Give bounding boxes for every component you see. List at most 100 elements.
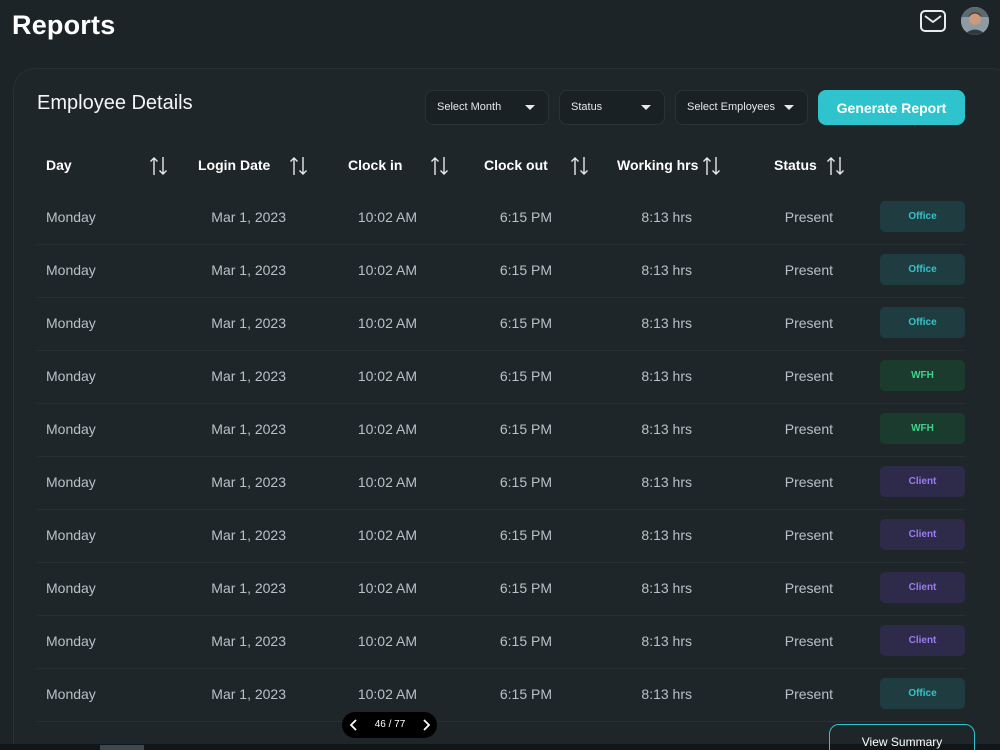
cell-working-hrs: 8:13 hrs <box>641 474 692 490</box>
location-badge[interactable]: Office <box>880 201 965 232</box>
cell-day: Monday <box>46 474 96 490</box>
location-badge[interactable]: Client <box>880 466 965 497</box>
cell-day: Monday <box>46 686 96 702</box>
cell-working-hrs: 8:13 hrs <box>641 368 692 384</box>
cell-login-date: Mar 1, 2023 <box>211 686 286 702</box>
table-row[interactable]: Monday Mar 1, 2023 10:02 AM 6:15 PM 8:13… <box>37 510 965 563</box>
column-header-working-hrs: Working hrs <box>617 157 699 173</box>
mail-icon[interactable] <box>920 10 946 32</box>
cell-clock-in: 10:02 AM <box>357 421 417 437</box>
cell-status: Present <box>784 474 833 490</box>
cell-status: Present <box>784 580 833 596</box>
cell-status: Present <box>784 421 833 437</box>
cell-clock-out: 6:15 PM <box>499 686 552 702</box>
cell-working-hrs: 8:13 hrs <box>641 527 692 543</box>
cell-clock-in: 10:02 AM <box>357 686 417 702</box>
cell-clock-in: 10:02 AM <box>357 315 417 331</box>
cell-login-date: Mar 1, 2023 <box>211 315 286 331</box>
cell-status: Present <box>784 686 833 702</box>
cell-day: Monday <box>46 209 96 225</box>
cell-login-date: Mar 1, 2023 <box>211 527 286 543</box>
select-employees-dropdown[interactable]: Select Employees <box>675 90 808 125</box>
column-header-day: Day <box>46 157 72 173</box>
cell-working-hrs: 8:13 hrs <box>641 262 692 278</box>
cell-clock-out: 6:15 PM <box>499 580 552 596</box>
cell-status: Present <box>784 262 833 278</box>
location-badge[interactable]: WFH <box>880 360 965 391</box>
sort-icon[interactable] <box>430 155 450 177</box>
cell-status: Present <box>784 527 833 543</box>
table-row[interactable]: Monday Mar 1, 2023 10:02 AM 6:15 PM 8:13… <box>37 404 965 457</box>
caret-down-icon <box>641 105 651 110</box>
select-employees-label: Select Employees <box>687 101 776 113</box>
column-header-login-date: Login Date <box>198 157 271 173</box>
sort-icon[interactable] <box>702 155 722 177</box>
location-badge[interactable]: Client <box>880 625 965 656</box>
horizontal-scrollbar-thumb[interactable] <box>100 745 144 750</box>
cell-clock-in: 10:02 AM <box>357 527 417 543</box>
table-row[interactable]: Monday Mar 1, 2023 10:02 AM 6:15 PM 8:13… <box>37 616 965 669</box>
cell-clock-in: 10:02 AM <box>357 209 417 225</box>
table-row[interactable]: Monday Mar 1, 2023 10:02 AM 6:15 PM 8:13… <box>37 669 965 722</box>
cell-status: Present <box>784 209 833 225</box>
table-row[interactable]: Monday Mar 1, 2023 10:02 AM 6:15 PM 8:13… <box>37 192 965 245</box>
cell-clock-out: 6:15 PM <box>499 315 552 331</box>
column-header-clock-out: Clock out <box>484 157 548 173</box>
chevron-right-icon[interactable] <box>419 718 433 732</box>
cell-login-date: Mar 1, 2023 <box>211 209 286 225</box>
table-row[interactable]: Monday Mar 1, 2023 10:02 AM 6:15 PM 8:13… <box>37 563 965 616</box>
cell-day: Monday <box>46 527 96 543</box>
cell-clock-out: 6:15 PM <box>499 421 552 437</box>
cell-working-hrs: 8:13 hrs <box>641 633 692 649</box>
caret-down-icon <box>784 105 794 110</box>
cell-login-date: Mar 1, 2023 <box>211 580 286 596</box>
sort-icon[interactable] <box>570 155 590 177</box>
cell-login-date: Mar 1, 2023 <box>211 368 286 384</box>
cell-day: Monday <box>46 580 96 596</box>
cell-clock-in: 10:02 AM <box>357 580 417 596</box>
cell-clock-out: 6:15 PM <box>499 633 552 649</box>
location-badge[interactable]: WFH <box>880 413 965 444</box>
cell-working-hrs: 8:13 hrs <box>641 580 692 596</box>
sort-icon[interactable] <box>826 155 846 177</box>
cell-working-hrs: 8:13 hrs <box>641 686 692 702</box>
location-badge[interactable]: Office <box>880 678 965 709</box>
cell-clock-in: 10:02 AM <box>357 474 417 490</box>
cell-day: Monday <box>46 633 96 649</box>
cell-clock-in: 10:02 AM <box>357 368 417 384</box>
location-badge[interactable]: Office <box>880 254 965 285</box>
cell-working-hrs: 8:13 hrs <box>641 421 692 437</box>
location-badge[interactable]: Office <box>880 307 965 338</box>
table-row[interactable]: Monday Mar 1, 2023 10:02 AM 6:15 PM 8:13… <box>37 457 965 510</box>
avatar[interactable] <box>961 7 989 35</box>
chevron-left-icon[interactable] <box>347 718 361 732</box>
column-header-status: Status <box>774 157 817 173</box>
sort-icon[interactable] <box>289 155 309 177</box>
table-row[interactable]: Monday Mar 1, 2023 10:02 AM 6:15 PM 8:13… <box>37 245 965 298</box>
location-badge[interactable]: Client <box>880 572 965 603</box>
cell-clock-out: 6:15 PM <box>499 262 552 278</box>
generate-report-button[interactable]: Generate Report <box>818 90 965 125</box>
select-month-dropdown[interactable]: Select Month <box>425 90 549 125</box>
cell-login-date: Mar 1, 2023 <box>211 421 286 437</box>
cell-status: Present <box>784 315 833 331</box>
cell-clock-out: 6:15 PM <box>499 209 552 225</box>
location-badge[interactable]: Client <box>880 519 965 550</box>
cell-clock-in: 10:02 AM <box>357 633 417 649</box>
cell-status: Present <box>784 633 833 649</box>
column-header-clock-in: Clock in <box>348 157 403 173</box>
cell-clock-out: 6:15 PM <box>499 368 552 384</box>
reports-page: Reports Employee Details Select Month St… <box>0 0 1000 750</box>
panel-title: Employee Details <box>37 92 193 114</box>
cell-day: Monday <box>46 262 96 278</box>
cell-login-date: Mar 1, 2023 <box>211 262 286 278</box>
cell-working-hrs: 8:13 hrs <box>641 209 692 225</box>
cell-status: Present <box>784 368 833 384</box>
sort-icon[interactable] <box>149 155 169 177</box>
view-summary-button[interactable]: View Summary <box>829 724 975 750</box>
table-row[interactable]: Monday Mar 1, 2023 10:02 AM 6:15 PM 8:13… <box>37 351 965 404</box>
status-dropdown[interactable]: Status <box>559 90 665 125</box>
cell-day: Monday <box>46 421 96 437</box>
table-row[interactable]: Monday Mar 1, 2023 10:02 AM 6:15 PM 8:13… <box>37 298 965 351</box>
cell-login-date: Mar 1, 2023 <box>211 633 286 649</box>
